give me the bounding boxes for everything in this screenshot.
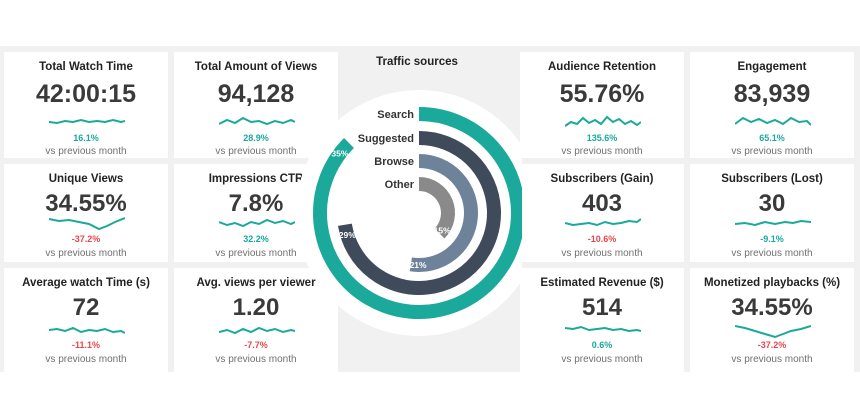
card-note: vs previous month: [45, 354, 127, 365]
sparkline: [49, 118, 125, 125]
sparkline: [735, 325, 811, 339]
card-change: 65.1%: [759, 133, 785, 143]
label-suggested: Suggested: [358, 133, 414, 145]
card-title: Subscribers (Lost): [721, 173, 823, 185]
card-title: Audience Retention: [548, 61, 656, 73]
traffic-sources-title: Traffic sources: [376, 56, 458, 68]
card-change: 135.6%: [586, 133, 618, 143]
sparkline: [219, 326, 295, 335]
card-value: 72: [72, 294, 100, 321]
card-note: vs previous month: [561, 354, 643, 365]
card-title: Total Watch Time: [39, 61, 133, 73]
card-title: Unique Views: [48, 173, 124, 185]
sparkline: [735, 116, 811, 126]
sparkline: [565, 115, 641, 127]
card-note: vs previous month: [215, 354, 297, 365]
pct-suggested: 29%: [339, 230, 356, 240]
card-change: 0.6%: [591, 340, 613, 350]
card-note: vs previous month: [45, 248, 127, 259]
label-browse: Browse: [374, 156, 414, 168]
card-monetized-playbacks[interactable]: Monetized playbacks (%) 34.55% -37.2% vs…: [690, 268, 854, 372]
pct-other: 15%: [434, 225, 451, 235]
sparkline: [735, 219, 811, 227]
sparkline: [565, 325, 641, 333]
card-total-watch-time[interactable]: Total Watch Time 42:00:15 16.1% vs previ…: [4, 52, 168, 158]
card-note: vs previous month: [731, 146, 813, 157]
sparkline: [49, 217, 125, 231]
card-title: Subscribers (Gain): [550, 173, 654, 185]
card-change: -9.1%: [760, 234, 784, 244]
label-other: Other: [385, 179, 415, 191]
card-value: 55.76%: [559, 80, 645, 108]
card-title: Monetized playbacks (%): [703, 277, 841, 289]
card-engagement[interactable]: Engagement 83,939 65.1% vs previous mont…: [690, 52, 854, 158]
card-note: vs previous month: [561, 248, 643, 259]
traffic-sources-chart: Search 35% Suggested 29% Browse 21% Other 15%: [296, 90, 522, 336]
card-title: Average watch Time (s): [22, 277, 150, 289]
sparkline: [219, 116, 295, 126]
card-value: 42:00:15: [35, 80, 137, 108]
card-change: -37.2%: [757, 340, 787, 350]
sparkline: [565, 218, 641, 227]
card-subscribers-gain[interactable]: Subscribers (Gain) 403 -10.6% vs previou…: [520, 164, 684, 262]
sparkline: [49, 326, 125, 334]
card-note: vs previous month: [561, 146, 643, 157]
card-note: vs previous month: [731, 354, 813, 365]
pct-browse: 21%: [410, 260, 427, 270]
card-unique-views[interactable]: Unique Views 34.55% -37.2% vs previous m…: [4, 164, 168, 262]
card-change: 16.1%: [73, 133, 99, 143]
card-change: -10.6%: [587, 234, 617, 244]
card-change: -37.2%: [71, 234, 101, 244]
pct-search: 35%: [331, 148, 348, 158]
card-value: 514: [581, 294, 623, 321]
card-estimated-revenue[interactable]: Estimated Revenue ($) 514 0.6% vs previo…: [520, 268, 684, 372]
card-value: 83,939: [733, 80, 811, 108]
label-search: Search: [377, 109, 414, 121]
card-change: -11.1%: [71, 340, 101, 350]
card-value: 34.55%: [731, 294, 813, 321]
card-note: vs previous month: [731, 248, 813, 259]
card-note: vs previous month: [45, 146, 127, 157]
card-change: -7.7%: [244, 340, 268, 350]
card-title: Estimated Revenue ($): [540, 277, 664, 289]
sparkline: [219, 218, 295, 228]
card-audience-retention[interactable]: Audience Retention 55.76% 135.6% vs prev…: [520, 52, 684, 158]
card-avg-watch-time[interactable]: Average watch Time (s) 72 -11.1% vs prev…: [4, 268, 168, 372]
card-title: Engagement: [737, 61, 807, 73]
card-subscribers-lost[interactable]: Subscribers (Lost) 30 -9.1% vs previous …: [690, 164, 854, 262]
